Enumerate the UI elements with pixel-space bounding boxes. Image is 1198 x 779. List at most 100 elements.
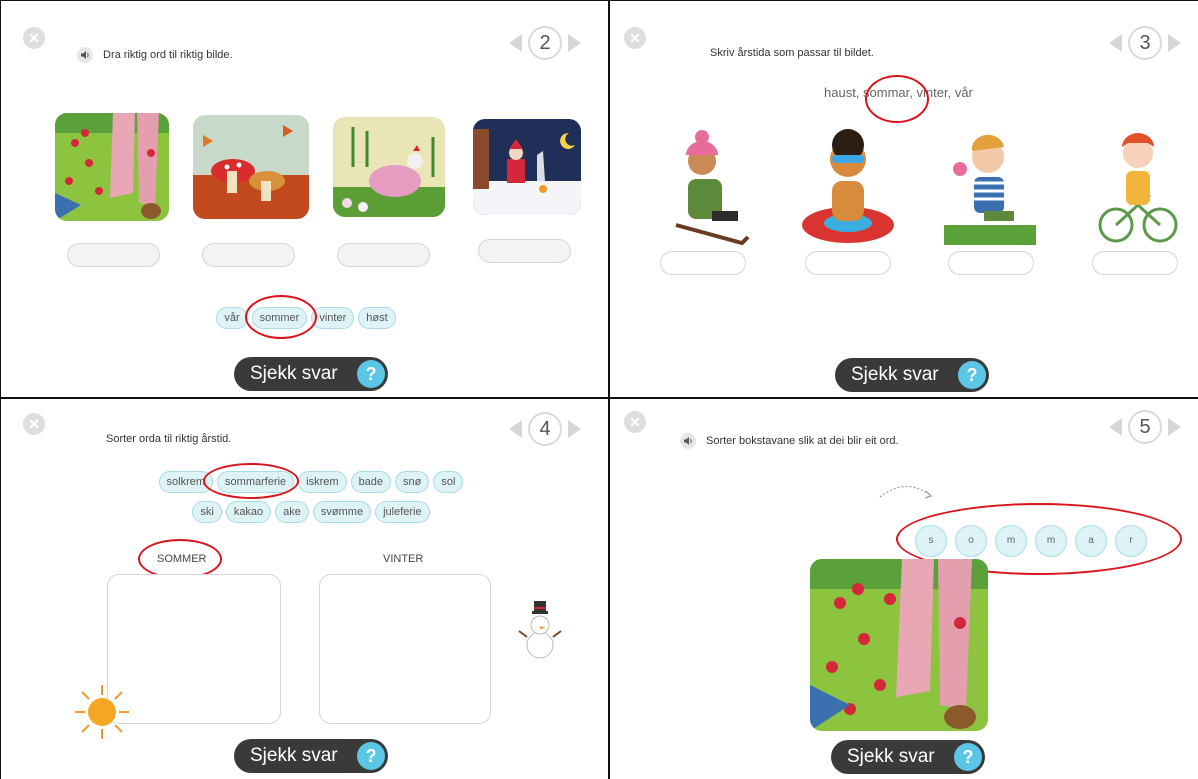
check-answer-label: Sjekk svar [851,364,939,385]
sun-icon [75,685,129,739]
check-answer-button[interactable]: Sjekk svar ? [234,739,388,773]
exercise-panel-3: ✕ 3 Skriv årstida som passar til bildet.… [610,1,1198,397]
word-chip[interactable]: solkrem [158,471,214,493]
mushroom-illustration [193,115,309,219]
next-arrow-icon[interactable] [568,420,581,438]
word-chip[interactable]: bade [350,471,392,493]
letter-tile[interactable]: s [915,525,947,557]
snowman-icon [518,601,562,659]
word-chip[interactable]: svømme [312,501,372,523]
word-chip[interactable]: høst [358,307,396,329]
exercise-panel-5: ✕ 5 Sorter bokstavane slik at dei blir e… [610,399,1198,779]
answer-input-1[interactable] [660,251,746,275]
page-number: 2 [528,26,562,60]
exercise-panel-4: ✕ 4 Sorter orda til riktig årstid. solkr… [1,399,608,779]
letter-tile[interactable]: a [1075,525,1107,557]
word-item: vår [954,85,973,100]
drop-slot-3[interactable] [337,243,430,267]
help-icon[interactable]: ? [958,361,986,389]
speaker-icon[interactable] [680,433,696,449]
instruction-row: Sorter bokstavane slik at dei blir eit o… [680,433,899,449]
word-chip[interactable]: juleferie [375,501,430,523]
picture-autumn-mushrooms [193,115,309,219]
word-chip[interactable]: iskrem [298,471,347,493]
screenshot-grid: ✕ 2 Dra riktig ord til riktig bilde. vår… [0,0,1198,779]
prev-arrow-icon[interactable] [1109,34,1122,52]
answer-input-2[interactable] [805,251,891,275]
close-icon[interactable]: ✕ [624,411,646,433]
word-chip[interactable]: snø [395,471,430,493]
word-bank-row-1: solkrem sommarferie iskrem bade snø sol [131,469,491,495]
drag-hint-arrow-icon [879,485,933,499]
picture-spring-hen [333,117,445,217]
drop-slot-4[interactable] [478,239,571,263]
page-number: 4 [528,412,562,446]
word-chip[interactable]: sommer [251,307,308,329]
page-nav: 4 [509,412,581,446]
word-chip[interactable]: ake [275,501,309,523]
letter-tile[interactable]: m [1035,525,1067,557]
letter-tile[interactable]: m [995,525,1027,557]
word-item: vinter, [916,85,952,100]
next-arrow-icon[interactable] [1168,418,1181,436]
letter-tile[interactable]: r [1115,525,1147,557]
check-answer-label: Sjekk svar [847,746,935,767]
check-answer-button[interactable]: Sjekk svar ? [835,358,989,392]
santa-illustration [473,119,581,215]
page-number: 5 [1128,410,1162,444]
instruction-text: Sorter orda til riktig årstid. [106,433,232,445]
hen-illustration [333,117,445,217]
exercise-panel-2: ✕ 2 Dra riktig ord til riktig bilde. vår… [1,1,608,397]
picture-strawberry-feet [810,559,988,731]
word-chip[interactable]: ski [192,501,222,523]
letter-tile[interactable]: o [955,525,987,557]
drop-slot-2[interactable] [202,243,295,267]
column-heading-winter: VINTER [383,553,424,565]
drop-zone-summer[interactable] [107,574,281,724]
close-icon[interactable]: ✕ [624,27,646,49]
close-icon[interactable]: ✕ [23,27,45,49]
prev-arrow-icon[interactable] [509,420,522,438]
prev-arrow-icon[interactable] [509,34,522,52]
word-chip[interactable]: sommarferie [217,471,295,493]
page-nav: 2 [509,26,581,60]
drop-zone-winter[interactable] [319,574,491,724]
letter-tiles: s o m m a r [911,525,1151,557]
child-cycling-illustration [1098,133,1178,243]
word-item: sommar, [863,85,913,100]
word-chip[interactable]: sol [433,471,464,493]
answer-input-3[interactable] [948,251,1034,275]
child-sledding-illustration [675,130,750,246]
help-icon[interactable]: ? [357,360,385,388]
help-icon[interactable]: ? [954,743,982,771]
word-chip[interactable]: vår [216,307,248,329]
check-answer-button[interactable]: Sjekk svar ? [831,740,985,774]
word-bank: vår sommer vinter høst [191,305,421,331]
page-number: 3 [1128,26,1162,60]
child-icecream-illustration [944,134,1036,245]
instruction-text: Sorter bokstavane slik at dei blir eit o… [706,435,899,447]
column-heading-summer: SOMMER [157,553,207,565]
instruction-row: Dra riktig ord til riktig bilde. [77,47,233,63]
instruction-text: Dra riktig ord til riktig bilde. [103,49,233,61]
answer-input-4[interactable] [1092,251,1178,275]
help-icon[interactable]: ? [357,742,385,770]
speaker-icon[interactable] [77,47,93,63]
picture-winter-santa [473,119,581,215]
picture-strawberry-feet [55,113,169,221]
instruction-text: Skriv årstida som passar til bildet. [710,47,874,59]
check-answer-button[interactable]: Sjekk svar ? [234,357,388,391]
next-arrow-icon[interactable] [568,34,581,52]
drop-slot-1[interactable] [67,243,160,267]
word-chip[interactable]: kakao [225,501,272,523]
next-arrow-icon[interactable] [1168,34,1181,52]
word-bank-row-2: ski kakao ake svømme juleferie [161,499,461,525]
word-chip[interactable]: vinter [311,307,355,329]
page-nav: 5 [1109,410,1181,444]
instruction-row: Skriv årstida som passar til bildet. [710,47,874,59]
prev-arrow-icon[interactable] [1109,418,1122,436]
close-icon[interactable]: ✕ [23,413,45,435]
strawberry-illustration [55,113,169,221]
check-answer-label: Sjekk svar [250,745,338,766]
strawberry-illustration [810,559,988,731]
